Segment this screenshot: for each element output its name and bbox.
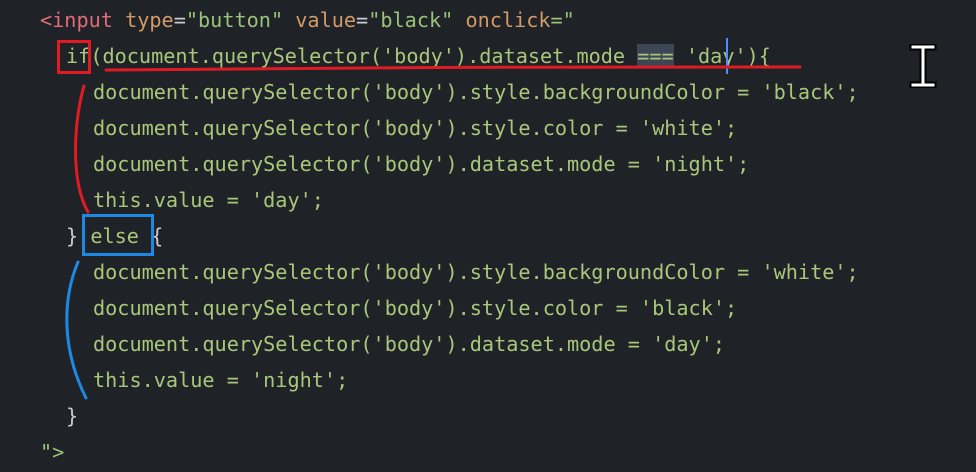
- text-cursor-ibeam-icon: [909, 44, 937, 88]
- red-underline: [104, 65, 802, 72]
- annotation-layer: [65, 65, 802, 400]
- red-bracket: [74, 84, 90, 214]
- blue-bracket: [65, 260, 88, 400]
- code-editor[interactable]: <input type="button" value="black" oncli…: [0, 0, 976, 472]
